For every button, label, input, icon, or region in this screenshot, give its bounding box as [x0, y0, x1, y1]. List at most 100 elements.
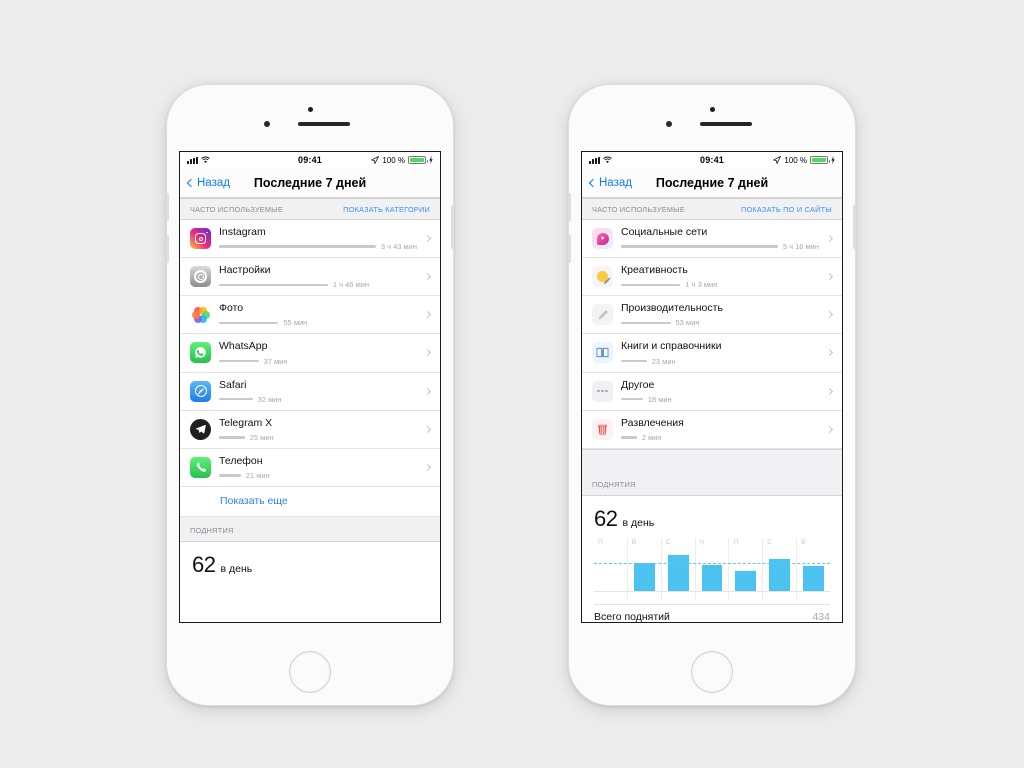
volume-up-button[interactable] — [166, 193, 169, 221]
navigation-bar: Назад Последние 7 дней — [582, 168, 842, 198]
category-name: Другое — [621, 378, 655, 391]
show-more-button[interactable]: Показать еще — [180, 486, 440, 517]
table-row[interactable]: Развлечения 2 мин — [582, 410, 842, 449]
pickups-summary: 62 в день — [192, 552, 428, 578]
chevron-right-icon — [825, 387, 834, 395]
earpiece-speaker-icon — [298, 122, 350, 126]
back-button[interactable]: Назад — [588, 177, 632, 189]
usage-duration: 18 мин — [647, 394, 672, 404]
back-button-label: Назад — [197, 176, 230, 189]
usage-meter: 53 мин — [621, 318, 819, 327]
content-scroll-right[interactable]: ЧАСТО ИСПОЛЬЗУЕМЫЕ ПОКАЗАТЬ ПО И САЙТЫ ♥… — [582, 198, 842, 623]
table-row[interactable]: Настройки 1 ч 46 мин — [180, 258, 440, 297]
power-button[interactable] — [853, 205, 856, 249]
table-row[interactable]: Креативность 1 ч 3 мин — [582, 258, 842, 297]
table-row[interactable]: Книги и справочники 23 мин — [582, 334, 842, 373]
chart-bar — [735, 571, 757, 592]
chart-x-tick: В — [631, 538, 637, 546]
row-body: Фото 55 мин — [219, 302, 417, 327]
chevron-right-icon — [423, 273, 432, 281]
category-name: Книги и справочники — [621, 340, 722, 353]
chart-bar — [634, 562, 656, 592]
table-row[interactable]: Instagram 3 ч 43 мин — [180, 220, 440, 259]
usage-bar — [219, 321, 279, 325]
chevron-left-icon — [186, 178, 196, 187]
usage-bar — [621, 397, 643, 401]
app-name: Instagram — [219, 226, 266, 238]
content-scroll-left[interactable]: ЧАСТО ИСПОЛЬЗУЕМЫЕ ПОКАЗАТЬ КАТЕГОРИИ In… — [180, 198, 440, 622]
pickups-unit: в день — [220, 562, 253, 575]
section-header-most-used: ЧАСТО ИСПОЛЬЗУЕМЫЕ ПОКАЗАТЬ ПО И САЙТЫ — [582, 198, 842, 220]
navigation-bar: Назад Последние 7 дней — [180, 168, 440, 198]
show-categories-link[interactable]: ПОКАЗАТЬ КАТЕГОРИИ — [343, 205, 430, 214]
proximity-sensor-icon — [666, 121, 672, 127]
social-networks-icon: ♥ — [592, 228, 613, 250]
table-row[interactable]: Производительность 53 мин — [582, 296, 842, 335]
table-row[interactable]: Telegram X 25 мин — [180, 410, 440, 449]
category-name: Социальные сети — [621, 226, 708, 238]
row-body: WhatsApp 37 мин — [219, 340, 417, 366]
total-pickups-row[interactable]: Всего поднятий 434 — [594, 603, 830, 623]
category-name: Производительность — [621, 302, 723, 315]
pickups-bar-chart: П В С Ч П С В — [594, 537, 830, 600]
section-header-pickups: ПОДНЯТИЯ — [582, 470, 842, 496]
usage-bar — [621, 283, 681, 286]
category-name: Креативность — [621, 264, 688, 277]
volume-down-button[interactable] — [568, 235, 571, 263]
power-button[interactable] — [451, 205, 454, 249]
battery-icon — [810, 156, 830, 164]
section-gap — [582, 448, 842, 471]
usage-bar — [219, 245, 376, 248]
home-button[interactable] — [691, 651, 733, 693]
chart-bar — [802, 566, 824, 592]
usage-duration: 37 мин — [263, 356, 288, 366]
safari-icon — [190, 380, 211, 402]
screenshot-stage: 09:41 100 % Назад Последние 7 дней ЧАСТО… — [0, 0, 1024, 768]
app-name: Настройки — [219, 264, 271, 277]
usage-bar — [219, 436, 245, 439]
table-row[interactable]: Safari 32 мин — [180, 372, 440, 411]
app-name: Safari — [219, 378, 247, 391]
chevron-right-icon — [423, 349, 432, 357]
usage-meter: 32 мин — [219, 395, 417, 404]
volume-down-button[interactable] — [166, 235, 169, 263]
usage-bar — [621, 436, 637, 439]
row-body: Instagram 3 ч 43 мин — [219, 226, 417, 251]
photos-icon — [190, 304, 211, 326]
volume-up-button[interactable] — [568, 193, 571, 221]
table-row[interactable]: Другое 18 мин — [582, 372, 842, 411]
total-pickups-label: Всего поднятий — [594, 610, 670, 623]
chevron-right-icon — [423, 425, 432, 433]
chevron-right-icon — [825, 235, 834, 243]
usage-meter: 23 мин — [621, 357, 819, 366]
row-body: Производительность 53 мин — [621, 302, 819, 327]
usage-bar — [219, 397, 253, 401]
back-button[interactable]: Назад — [186, 176, 230, 189]
usage-duration: 2 мин — [641, 432, 662, 442]
usage-duration: 5 ч 16 мин — [782, 242, 819, 252]
usage-bar — [219, 359, 259, 363]
chevron-right-icon — [423, 463, 432, 471]
chart-bars — [594, 550, 830, 592]
table-row[interactable]: ♥ Социальные сети 5 ч 16 мин — [582, 220, 842, 259]
usage-bar — [621, 359, 647, 363]
usage-meter: 1 ч 46 мин — [219, 280, 417, 289]
earpiece-speaker-icon — [700, 122, 752, 126]
section-header-label: ЧАСТО ИСПОЛЬЗУЕМЫЕ — [592, 205, 686, 214]
settings-icon — [190, 266, 211, 288]
home-button[interactable] — [289, 651, 331, 693]
table-row[interactable]: WhatsApp 37 мин — [180, 334, 440, 373]
pickups-value: 62 — [594, 505, 618, 531]
usage-bar — [621, 245, 778, 248]
status-bar: 09:41 100 % — [180, 152, 440, 168]
show-apps-and-sites-link[interactable]: ПОКАЗАТЬ ПО И САЙТЫ — [741, 205, 832, 214]
table-row[interactable]: Фото 55 мин — [180, 296, 440, 335]
usage-meter: 1 ч 3 мин — [621, 280, 819, 289]
usage-meter: 25 мин — [219, 433, 417, 442]
battery-icon — [408, 156, 428, 164]
app-name: WhatsApp — [219, 340, 268, 353]
screen-left: 09:41 100 % Назад Последние 7 дней ЧАСТО… — [179, 151, 441, 623]
section-header-label: ЧАСТО ИСПОЛЬЗУЕМЫЕ — [190, 205, 284, 214]
table-row[interactable]: Телефон 21 мин — [180, 448, 440, 487]
other-icon — [592, 380, 613, 402]
